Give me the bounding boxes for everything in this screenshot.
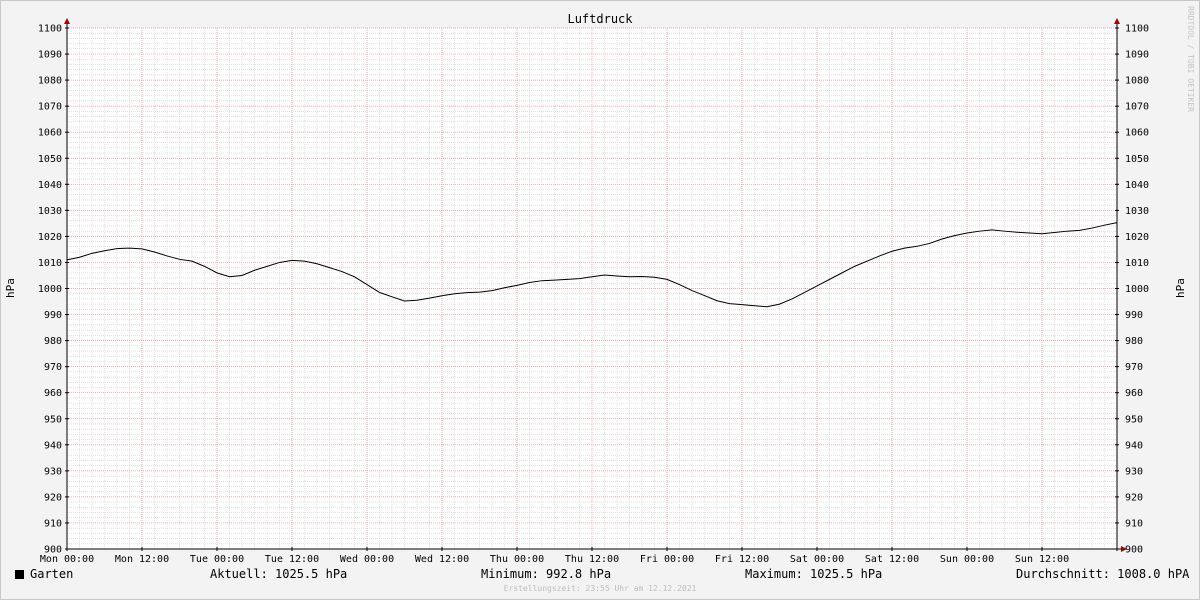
y-tick-label: 1010 [1125, 258, 1149, 269]
y-tick-label: 1000 [38, 284, 62, 295]
y-axis-arrow-right [1114, 18, 1120, 24]
stat-minimum: Minimum: 992.8 hPa [481, 567, 612, 581]
y-tick-label: 1080 [1125, 76, 1149, 87]
y-axis-label-left: hPa [4, 278, 17, 298]
y-tick-label: 940 [1125, 440, 1143, 451]
y-tick-label: 1050 [1125, 154, 1149, 165]
y-tick-label: 1030 [38, 206, 62, 217]
x-tick-label: Fri 00:00 [640, 554, 694, 565]
y-tick-label: 1100 [1125, 24, 1149, 35]
y-tick-label: 1060 [1125, 128, 1149, 139]
x-tick-label: Sat 00:00 [790, 554, 844, 565]
y-tick-label: 1090 [38, 50, 62, 61]
y-tick-label: 900 [1125, 545, 1143, 556]
stat-current: Aktuell: 1025.5 hPa [210, 567, 348, 581]
x-tick-label: Fri 12:00 [715, 554, 769, 565]
y-tick-label: 920 [1125, 492, 1143, 503]
y-tick-label: 1090 [1125, 50, 1149, 61]
y-tick-label: 920 [44, 492, 62, 503]
y-tick-label: 1010 [38, 258, 62, 269]
y-tick-label: 960 [1125, 388, 1143, 399]
y-tick-label: 930 [1125, 466, 1143, 477]
y-tick-label: 950 [44, 414, 62, 425]
creation-time: Erstellungszeit: 23:55 Uhr am 12.12.2021 [503, 584, 697, 593]
y-tick-label: 990 [44, 310, 62, 321]
y-tick-label: 980 [1125, 336, 1143, 347]
y-tick-label: 910 [44, 518, 62, 529]
watermark: RRDTOOL / TOBI OETIKER [1186, 6, 1195, 112]
chart-title: Luftdruck [567, 12, 633, 26]
x-tick-label: Tue 12:00 [265, 554, 319, 565]
stat-maximum: Maximum: 1025.5 hPa [745, 567, 883, 581]
y-tick-labels-left: 9009109209309409509609709809901000101010… [38, 24, 62, 556]
x-tick-label: Wed 12:00 [415, 554, 469, 565]
pressure-chart: 900 910 920 930 940 950 960 970 980 990 1000 1010 10… [4, 12, 1187, 565]
x-tick-label: Mon 12:00 [115, 554, 169, 565]
y-tick-label: 950 [1125, 414, 1143, 425]
x-tick-label: Tue 00:00 [190, 554, 244, 565]
y-tick-label: 1000 [1125, 284, 1149, 295]
y-tick-label: 1040 [38, 180, 62, 191]
x-tick-label: Mon 00:00 [40, 554, 94, 565]
y-tick-label: 980 [44, 336, 62, 347]
x-tick-label: Sun 00:00 [940, 554, 994, 565]
y-tick-label: 970 [1125, 362, 1143, 373]
y-tick-label: 960 [44, 388, 62, 399]
y-tick-label: 1040 [1125, 180, 1149, 191]
y-tick-label: 940 [44, 440, 62, 451]
y-tick-label: 1080 [38, 76, 62, 87]
legend-row: Garten Aktuell: 1025.5 hPa Minimum: 992.… [0, 567, 1200, 583]
y-tick-label: 1030 [1125, 206, 1149, 217]
y-tick-labels-right: 900 910 920 930 940 950 960 970 980 990 1000 1010 10… [1125, 24, 1149, 556]
y-tick-label: 970 [44, 362, 62, 373]
legend-item-garten: Garten [15, 567, 73, 581]
x-tick-label: Thu 12:00 [565, 554, 619, 565]
y-tick-label: 910 [1125, 518, 1143, 529]
x-tick-label: Thu 00:00 [490, 554, 544, 565]
y-axis-arrow-left [64, 18, 70, 24]
y-tick-label: 1060 [38, 128, 62, 139]
y-tick-label: 930 [44, 466, 62, 477]
y-tick-label: 1050 [38, 154, 62, 165]
legend-swatch [15, 570, 24, 579]
legend-label: Garten [30, 567, 74, 581]
y-axis-label-right: hPa [1174, 278, 1187, 298]
x-tick-label: Wed 00:00 [340, 554, 394, 565]
x-tick-labels: Mon 00:00 Mon 12:00 Tue 00:00 Tue 12:00 Wed … [40, 554, 1069, 565]
y-tick-label: 1070 [1125, 102, 1149, 113]
stat-average: Durchschnitt: 1008.0 hPA [1016, 567, 1190, 581]
y-tick-label: 1070 [38, 102, 62, 113]
x-tick-label: Sun 12:00 [1015, 554, 1069, 565]
x-tick-label: Sat 12:00 [865, 554, 919, 565]
y-tick-label: 1020 [38, 232, 62, 243]
y-tick-label: 1100 [38, 24, 62, 35]
y-tick-label: 990 [1125, 310, 1143, 321]
y-tick-label: 1020 [1125, 232, 1149, 243]
